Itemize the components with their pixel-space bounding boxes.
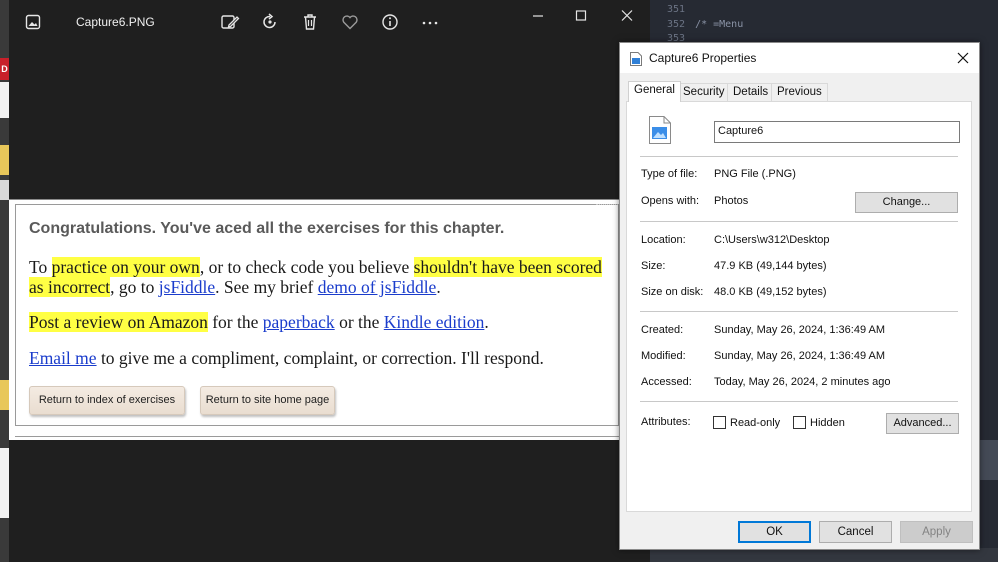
properties-dialog: Capture6 Properties General Security Det… bbox=[619, 42, 980, 550]
email-link: Email me bbox=[29, 348, 97, 368]
line-number: 351 bbox=[667, 4, 686, 15]
favorite-icon[interactable] bbox=[340, 12, 360, 32]
location-value: C:\Users\w312\Desktop bbox=[714, 234, 830, 246]
divider bbox=[15, 436, 619, 437]
background-window-strip: D bbox=[0, 0, 9, 562]
size-value: 47.9 KB (49,144 bytes) bbox=[714, 260, 827, 272]
type-label: Type of file: bbox=[641, 168, 698, 180]
text-run: , go to bbox=[110, 277, 159, 297]
attributes-label: Attributes: bbox=[641, 416, 691, 428]
folder-icon bbox=[0, 380, 9, 410]
modified-label: Modified: bbox=[641, 350, 686, 362]
practice-paragraph: To practice on your own, or to check cod… bbox=[29, 257, 614, 297]
congrats-heading: Congratulations. You've aced all the exe… bbox=[29, 220, 505, 237]
code-line: 352 /* =Menu bbox=[667, 19, 743, 30]
text-run: . bbox=[484, 312, 489, 332]
text-run: . See my brief bbox=[215, 277, 318, 297]
change-button[interactable]: Change... bbox=[855, 192, 958, 213]
tab-previous-versions[interactable]: Previous Versions bbox=[771, 83, 828, 114]
accessed-value: Today, May 26, 2024, 2 minutes ago bbox=[714, 376, 891, 388]
code-text: /* =Menu bbox=[695, 19, 744, 30]
background-panel bbox=[650, 548, 998, 562]
info-icon[interactable] bbox=[380, 12, 400, 32]
highlighted-text: Post a review on Amazon bbox=[29, 312, 208, 332]
review-paragraph: Post a review on Amazon for the paperbac… bbox=[29, 312, 614, 332]
maximize-button[interactable] bbox=[566, 6, 596, 26]
background-app-tile: D bbox=[0, 58, 9, 80]
photos-app-icon[interactable] bbox=[25, 14, 41, 30]
type-value: PNG File (.PNG) bbox=[714, 168, 796, 180]
background-panel bbox=[980, 440, 998, 480]
tab-details[interactable]: Details bbox=[727, 83, 775, 101]
text-run: or the bbox=[334, 312, 384, 332]
size-on-disk-label: Size on disk: bbox=[641, 286, 704, 298]
opens-with-label: Opens with: bbox=[641, 195, 700, 207]
rotate-icon[interactable] bbox=[260, 12, 280, 32]
background-panel bbox=[0, 82, 9, 118]
image-file-icon bbox=[649, 116, 671, 144]
divider bbox=[640, 221, 958, 222]
background-panel bbox=[0, 180, 9, 200]
modified-value: Sunday, May 26, 2024, 1:36:49 AM bbox=[714, 350, 886, 362]
text-run: , or to check code you believe bbox=[199, 257, 414, 277]
advanced-button[interactable]: Advanced... bbox=[886, 413, 959, 434]
cancel-button[interactable]: Cancel bbox=[819, 521, 892, 543]
more-icon[interactable] bbox=[420, 12, 440, 32]
hidden-checkbox[interactable] bbox=[793, 416, 806, 429]
read-only-checkbox[interactable] bbox=[713, 416, 726, 429]
read-only-label: Read-only bbox=[730, 417, 781, 429]
background-panel bbox=[0, 448, 9, 518]
jsfiddle-link: jsFiddle bbox=[158, 277, 216, 297]
created-label: Created: bbox=[641, 324, 684, 336]
minimize-button[interactable] bbox=[523, 6, 553, 26]
size-label: Size: bbox=[641, 260, 666, 272]
resize-grip bbox=[596, 204, 620, 208]
dialog-title: Capture6 Properties bbox=[649, 51, 757, 65]
photos-file-title: Capture6.PNG bbox=[76, 15, 155, 29]
desktop: D 351 352/* =Menu 353 Capture6.PNG Congr… bbox=[0, 0, 998, 562]
hidden-label: Hidden bbox=[810, 417, 845, 429]
created-value: Sunday, May 26, 2024, 1:36:49 AM bbox=[714, 324, 886, 336]
highlighted-text: practice on your own bbox=[51, 257, 200, 277]
ok-button[interactable]: OK bbox=[738, 521, 811, 543]
delete-icon[interactable] bbox=[300, 12, 320, 32]
divider bbox=[640, 401, 958, 402]
close-icon[interactable] bbox=[950, 47, 976, 69]
general-tab-panel: Capture6 Type of file: PNG File (.PNG) O… bbox=[626, 101, 972, 512]
code-line: 351 bbox=[667, 4, 695, 15]
divider bbox=[640, 156, 958, 157]
close-button[interactable] bbox=[612, 6, 642, 26]
email-paragraph: Email me to give me a compliment, compla… bbox=[29, 348, 614, 368]
photos-titlebar: Capture6.PNG bbox=[9, 0, 650, 46]
return-home-button: Return to site home page bbox=[200, 386, 335, 415]
text-run: To bbox=[29, 257, 52, 277]
text-run: to give me a compliment, complaint, or c… bbox=[96, 348, 544, 368]
demo-link: demo of jsFiddle bbox=[317, 277, 437, 297]
edit-image-icon[interactable] bbox=[220, 12, 240, 32]
dialog-titlebar: Capture6 Properties bbox=[620, 43, 979, 73]
apply-button[interactable]: Apply bbox=[900, 521, 973, 543]
photos-window: Capture6.PNG Congratulations. You've ace… bbox=[9, 0, 650, 562]
return-index-button: Return to index of exercises bbox=[29, 386, 185, 415]
text-run: for the bbox=[207, 312, 263, 332]
line-number: 352 bbox=[667, 19, 686, 30]
opens-with-value: Photos bbox=[714, 195, 749, 207]
size-on-disk-value: 48.0 KB (49,152 bytes) bbox=[714, 286, 827, 298]
location-label: Location: bbox=[641, 234, 686, 246]
text-run: . bbox=[436, 277, 441, 297]
accessed-label: Accessed: bbox=[641, 376, 692, 388]
image-content-panel: Congratulations. You've aced all the exe… bbox=[15, 204, 619, 426]
kindle-link: Kindle edition bbox=[383, 312, 485, 332]
displayed-image: Congratulations. You've aced all the exe… bbox=[9, 199, 620, 440]
folder-icon bbox=[0, 145, 9, 175]
tab-security[interactable]: Security bbox=[677, 83, 731, 101]
tab-general[interactable]: General bbox=[628, 81, 681, 102]
divider bbox=[640, 311, 958, 312]
paperback-link: paperback bbox=[262, 312, 335, 332]
png-file-icon bbox=[630, 52, 642, 66]
file-name-field[interactable]: Capture6 bbox=[714, 121, 960, 143]
